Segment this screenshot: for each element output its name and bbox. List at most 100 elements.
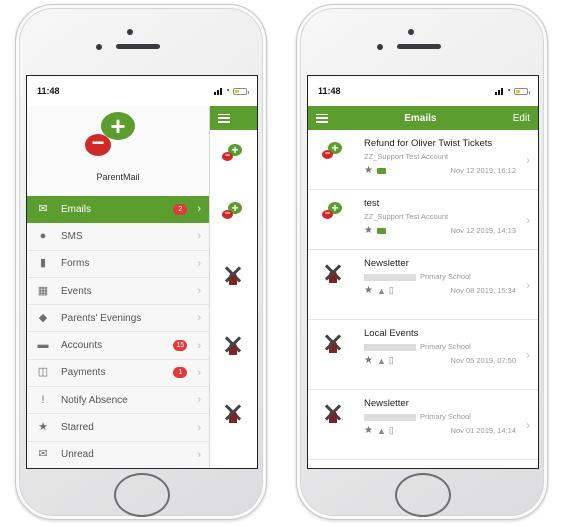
menu-item-emails[interactable]: ✉ Emails 2 › <box>27 196 209 224</box>
count-badge: 2 <box>173 203 188 215</box>
chat-bubble-icon: ● <box>39 229 47 242</box>
peek-avatar[interactable]: + − <box>222 144 244 162</box>
earpiece-speaker <box>397 44 441 49</box>
menu-item-label: Unread <box>61 449 94 461</box>
email-date: Nov 01 2019, 14:14 <box>450 426 516 435</box>
email-subject: Local Events <box>364 328 419 339</box>
email-date: Nov 12 2019, 14:13 <box>450 226 516 235</box>
wifi-icon: ◔ <box>225 86 230 95</box>
menu-item-parents-evenings[interactable]: ◆ Parents' Evenings › <box>27 305 209 333</box>
chevron-right-icon: › <box>526 347 530 362</box>
chevron-right-icon: › <box>197 257 201 270</box>
left-phone-frame: 11:48 ◔ + − ParentMail ✉ Emails 2 › ● SMS › ▮ Fo… <box>15 4 267 520</box>
basket-icon: ◫ <box>37 366 49 379</box>
email-subject: Refund for Oliver Twist Tickets <box>364 138 493 149</box>
windmill-school-icon <box>222 402 244 424</box>
wifi-icon: ◔ <box>506 86 511 95</box>
status-bar: 11:48 ◔ <box>27 76 257 106</box>
school-icon: ▲ <box>376 425 386 436</box>
chevron-right-icon: › <box>526 277 530 292</box>
parentmail-logo-icon: + − <box>222 202 244 220</box>
attachment-icon: ▯ <box>388 355 394 365</box>
menu-item-payments[interactable]: ◫ Payments 1 › <box>27 359 209 388</box>
email-sender: Primary School <box>420 342 471 351</box>
peek-avatar[interactable]: + − <box>222 202 244 220</box>
email-subject: Newsletter <box>364 398 409 409</box>
status-time: 11:48 <box>318 86 341 96</box>
email-sender: ZZ_Support Test Account <box>364 212 449 221</box>
wallet-icon: ▬ <box>37 339 49 352</box>
star-icon: ★ <box>38 421 48 434</box>
envelope-icon <box>376 167 386 174</box>
star-icon[interactable]: ★ <box>364 425 373 436</box>
email-date: Nov 12 2019, 16:12 <box>450 166 516 175</box>
menu-item-unread[interactable]: ✉ Unread › <box>27 441 209 468</box>
peek-avatar[interactable] <box>222 402 244 424</box>
email-row[interactable]: + − Refund for Oliver Twist Tickets ZZ_Supp… <box>308 130 538 190</box>
status-time: 11:48 <box>37 86 60 96</box>
proximity-sensor <box>96 44 102 50</box>
menu-item-notify-absence[interactable]: ! Notify Absence › <box>27 387 209 415</box>
front-camera <box>127 29 133 35</box>
home-button[interactable] <box>114 473 170 517</box>
parentmail-logo-icon: + − <box>222 144 244 162</box>
parentmail-logo-icon: + − <box>322 202 344 220</box>
tag-icon: ◆ <box>38 311 48 324</box>
battery-icon <box>514 87 530 95</box>
front-camera <box>408 29 414 35</box>
menu-item-label: Notify Absence <box>61 394 128 406</box>
email-sender: Primary School <box>420 272 471 281</box>
right-phone-screen: 11:48 ◔ Emails Edit + − Refund for Oliver … <box>307 75 539 469</box>
peek-avatar[interactable] <box>222 334 244 356</box>
email-sender: ZZ_Support Test Account <box>364 152 449 161</box>
star-icon[interactable]: ★ <box>364 165 373 176</box>
side-menu: + − ParentMail ✉ Emails 2 › ● SMS › ▮ Forms › ▦ Eve… <box>27 106 209 468</box>
email-row[interactable]: Local Events Primary School ★ ▲ ▯ Nov 05 2019… <box>308 320 538 390</box>
edit-button[interactable]: Edit <box>513 113 530 124</box>
page-title: Emails <box>404 112 437 124</box>
chevron-right-icon: › <box>526 212 530 227</box>
attachment-icon: ▯ <box>388 285 394 295</box>
windmill-school-icon <box>322 262 344 284</box>
envelope-icon <box>376 227 386 234</box>
count-badge: 15 <box>173 340 188 352</box>
menu-item-label: Parents' Evenings <box>61 312 142 324</box>
chevron-right-icon: › <box>197 285 201 298</box>
star-icon[interactable]: ★ <box>364 225 373 236</box>
home-button[interactable] <box>395 473 451 517</box>
menu-item-events[interactable]: ▦ Events › <box>27 277 209 306</box>
hamburger-menu-icon[interactable] <box>316 113 328 123</box>
email-avatar: + − <box>322 202 344 220</box>
email-avatar <box>322 262 344 284</box>
windmill-school-icon <box>222 334 244 356</box>
chevron-right-icon: › <box>197 312 201 325</box>
menu-item-accounts[interactable]: ▬ Accounts 15 › <box>27 332 209 360</box>
hamburger-menu-icon[interactable] <box>218 113 230 123</box>
menu-item-forms[interactable]: ▮ Forms › <box>27 250 209 278</box>
star-icon[interactable]: ★ <box>364 285 373 296</box>
peek-header <box>210 106 257 130</box>
menu-item-label: Forms <box>61 258 90 270</box>
windmill-school-icon <box>322 332 344 354</box>
parentmail-logo-icon: + − <box>322 142 344 160</box>
peek-avatar[interactable] <box>222 264 244 286</box>
status-bar: 11:48 ◔ <box>308 76 538 106</box>
email-avatar <box>322 402 344 424</box>
menu-item-sms[interactable]: ● SMS › <box>27 223 209 251</box>
alert-icon: ! <box>41 393 45 406</box>
chevron-right-icon: › <box>197 230 201 243</box>
signal-icon <box>495 87 504 95</box>
chevron-right-icon: › <box>197 421 201 434</box>
menu-item-starred[interactable]: ★ Starred › <box>27 414 209 442</box>
email-row[interactable]: + − test ZZ_Support Test Account ★ Nov 12 201… <box>308 190 538 250</box>
email-avatar: + − <box>322 142 344 160</box>
email-list-peek: + − + − <box>209 106 257 468</box>
right-phone-frame: 11:48 ◔ Emails Edit + − Refund for Oliver … <box>296 4 548 520</box>
chevron-right-icon: › <box>197 394 201 407</box>
email-row[interactable]: Newsletter Primary School ★ ▲ ▯ Nov 08 2019, … <box>308 250 538 320</box>
document-icon: ▮ <box>39 257 47 270</box>
email-row[interactable]: Newsletter Primary School ★ ▲ ▯ Nov 01 2019, … <box>308 390 538 460</box>
menu-list: ✉ Emails 2 › ● SMS › ▮ Forms › ▦ Events › ◆ Parents' E… <box>27 196 209 468</box>
star-icon[interactable]: ★ <box>364 355 373 366</box>
chevron-right-icon: › <box>526 417 530 432</box>
